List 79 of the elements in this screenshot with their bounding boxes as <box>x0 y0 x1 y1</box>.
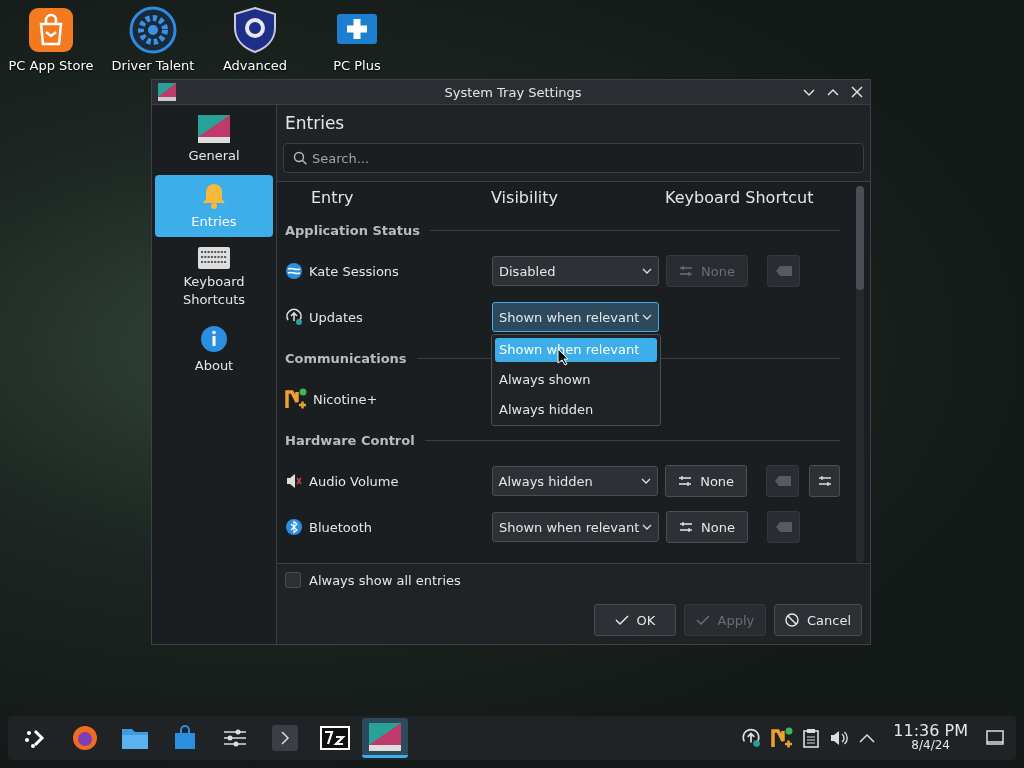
close-icon[interactable] <box>850 85 864 99</box>
column-header: Entry <box>310 187 355 207</box>
caret-up-icon[interactable] <box>859 733 876 743</box>
folder-icon <box>121 726 149 750</box>
window-image-icon <box>198 115 230 143</box>
column-header: Keyboard Shortcut <box>665 187 814 207</box>
desktop-icon-label[interactable]: PC Plus <box>333 58 381 73</box>
backspace-icon <box>775 266 792 276</box>
info-icon <box>200 325 228 353</box>
archive-icon <box>320 726 350 750</box>
sliders-icon <box>222 727 248 749</box>
entry-name: Nicotine+ <box>313 391 378 407</box>
app-icon <box>158 83 176 101</box>
backspace-icon <box>775 522 792 532</box>
shortcut-button[interactable]: None <box>665 465 748 497</box>
sliders-icon <box>679 265 694 277</box>
chevron-down-icon <box>642 314 652 320</box>
bell-icon <box>200 181 228 209</box>
ok-button[interactable]: OK <box>593 604 676 636</box>
update-icon <box>285 308 303 326</box>
page-title: Entries <box>284 112 346 135</box>
speaker-muted-icon <box>285 472 303 490</box>
clipboard-icon[interactable] <box>803 728 820 748</box>
update-icon[interactable] <box>741 728 762 748</box>
desktop-icon-label[interactable]: Driver Talent <box>111 58 195 73</box>
window-title: System Tray Settings <box>443 84 583 100</box>
chevron-down-icon <box>642 524 652 530</box>
sliders-icon <box>679 521 694 533</box>
taskbar-item[interactable] <box>362 718 408 758</box>
group-heading: Application Status <box>285 222 420 238</box>
cancel-button[interactable]: Cancel <box>773 604 862 636</box>
chevron-right-icon <box>272 725 298 751</box>
configure-button[interactable] <box>809 465 840 497</box>
entry-name: Bluetooth <box>309 519 373 535</box>
chevron-down-icon <box>641 478 652 484</box>
chevron-down-icon <box>642 268 652 274</box>
shield-icon[interactable] <box>231 6 279 54</box>
volume-icon[interactable] <box>829 729 850 747</box>
window-image-icon <box>369 722 401 751</box>
search-icon <box>293 151 307 165</box>
group-heading: Hardware Control <box>285 432 415 448</box>
clock-date[interactable]: 8/4/24 <box>911 738 950 753</box>
sidebar-item[interactable]: General <box>155 109 273 171</box>
shopping-bag-icon[interactable] <box>27 6 75 54</box>
clock-time[interactable]: 11:36 PM <box>893 723 968 738</box>
visibility-dropdown[interactable]: Disabled <box>492 256 659 286</box>
show-desktop-icon[interactable] <box>986 730 1004 746</box>
visibility-dropdown[interactable]: Shown when relevant <box>492 512 659 542</box>
sidebar-item[interactable]: About <box>155 319 273 381</box>
sliders-icon <box>817 475 832 487</box>
column-header: Visibility <box>491 187 560 207</box>
dropdown-option[interactable]: Always hidden <box>495 398 657 422</box>
bluetooth-icon <box>285 518 303 536</box>
nicotine-icon <box>285 388 307 410</box>
browser-icon <box>71 724 99 752</box>
globe-icon <box>285 262 303 280</box>
scrollbar[interactable] <box>856 186 864 563</box>
visibility-dropdown[interactable]: Always hidden <box>491 466 659 496</box>
desktop-icon-label[interactable]: Advanced <box>222 58 288 73</box>
shopping-bag-icon <box>172 725 198 751</box>
dropdown-option[interactable]: Always shown <box>495 368 657 392</box>
gear-icon[interactable] <box>129 6 177 54</box>
entry-name: Kate Sessions <box>309 263 399 279</box>
backspace-icon <box>774 476 791 486</box>
cancel-icon <box>784 613 799 627</box>
checkmark-icon <box>614 614 629 626</box>
keyboard-icon <box>198 247 230 269</box>
shortcut-button[interactable]: None <box>666 511 748 543</box>
sidebar-item[interactable]: Keyboard Shortcuts <box>155 241 273 315</box>
checkmark-icon <box>695 614 710 626</box>
search-field[interactable]: Search... <box>283 143 864 173</box>
clear-shortcut-button[interactable] <box>766 465 800 497</box>
entry-name: Updates <box>309 309 363 325</box>
show-all-checkbox[interactable]: Always show all entries <box>285 572 862 588</box>
desktop-icon-label[interactable]: PC App Store <box>8 58 94 73</box>
sliders-icon <box>678 475 693 487</box>
nicotine-icon[interactable] <box>771 727 794 749</box>
entry-name: Audio Volume <box>309 473 399 489</box>
group-heading: Communications <box>285 350 407 366</box>
